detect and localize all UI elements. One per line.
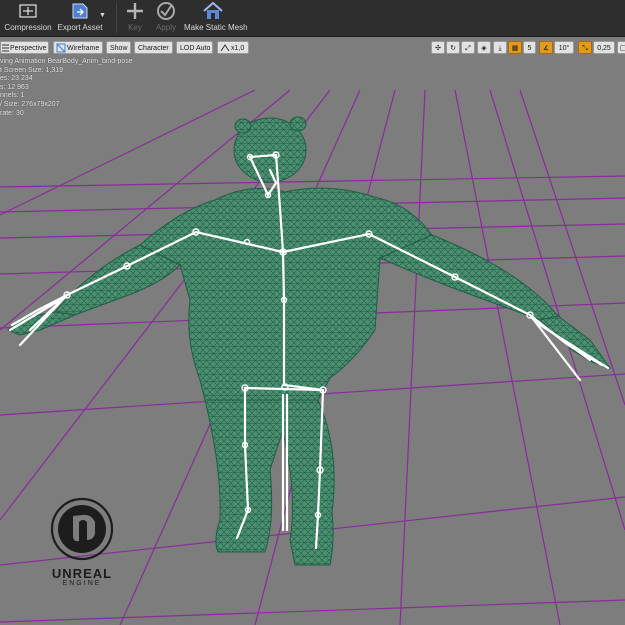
lod-button[interactable]: LOD Auto — [176, 41, 213, 54]
grid-snap-label: 5 — [527, 45, 532, 52]
key-button[interactable]: Key — [124, 0, 146, 36]
export-dropdown-icon[interactable]: ▼ — [99, 12, 106, 19]
editor-toolbar: Compression Export Asset ▼ Key Apply Mak… — [0, 0, 625, 37]
house-icon — [203, 1, 223, 19]
scale-snap-label: 0,25 — [597, 45, 611, 52]
maximize-viewport-button[interactable]: ▢ — [617, 41, 625, 54]
scale-tool-button[interactable]: ⤢ — [461, 41, 475, 54]
info-line: es: 23 234 — [0, 75, 33, 83]
rotation-snap-label: 10° — [558, 45, 570, 52]
rotate-tool-button[interactable]: ↻ — [446, 41, 460, 54]
grid-snap-toggle[interactable]: ▦ — [508, 41, 522, 54]
compression-label: Compression — [4, 23, 52, 32]
perspective-label: Perspective — [10, 45, 47, 52]
info-line: ving Animation BearBody_Anim_bind-pose — [0, 58, 133, 65]
surface-snap-icon: ⤓ — [498, 45, 502, 52]
rotate-icon: ↻ — [450, 45, 456, 52]
apply-icon — [157, 2, 175, 20]
unreal-logo-icon — [50, 497, 114, 561]
make-static-mesh-label: Make Static Mesh — [184, 23, 248, 32]
info-line: rate: 30 — [0, 109, 24, 117]
rotation-snap-toggle[interactable]: ∡ — [539, 41, 553, 54]
scale-snap-toggle[interactable]: ⤡ — [578, 41, 592, 54]
viewport-info-overlay: ving Animation BearBody_Anim_bind-pose t… — [0, 58, 133, 118]
scale-icon: ⤢ — [465, 45, 471, 52]
plus-icon — [127, 3, 143, 19]
surface-snap-button[interactable]: ⤓ — [493, 41, 507, 54]
translate-tool-button[interactable]: ✣ — [431, 41, 445, 54]
wireframe-icon — [56, 43, 66, 53]
speed-icon — [220, 44, 230, 52]
apply-button[interactable]: Apply — [152, 0, 180, 36]
grid-snap-value[interactable]: 5 — [523, 41, 536, 54]
apply-label: Apply — [155, 23, 176, 32]
logo-subtitle: ENGINE — [62, 580, 102, 587]
coordinate-space-button[interactable]: ◈ — [477, 41, 491, 54]
scale-snap-value[interactable]: 0,25 — [593, 41, 615, 54]
toolbar-separator — [116, 3, 117, 33]
key-label: Key — [128, 23, 142, 32]
show-button[interactable]: Show — [106, 41, 131, 54]
show-label: Show — [110, 45, 128, 52]
scale-snap-icon: ⤡ — [582, 45, 588, 52]
globe-icon: ◈ — [481, 45, 487, 52]
info-line: / Size: 276x79x207 — [0, 100, 60, 108]
grid-icon: ▦ — [511, 45, 519, 52]
character-button[interactable]: Character — [134, 41, 173, 54]
lod-label: LOD Auto — [180, 45, 211, 52]
hamburger-icon[interactable] — [2, 44, 10, 52]
rotation-snap-value[interactable]: 10° — [554, 41, 574, 54]
wireframe-label: Wireframe — [67, 45, 100, 52]
character-label: Character — [138, 45, 169, 52]
info-line: nnels: 1 — [0, 92, 25, 100]
export-asset-label: Export Asset — [57, 23, 103, 32]
viewport-toolbar: Perspective Wireframe Show Character LOD… — [0, 40, 625, 56]
compression-button[interactable]: Compression — [4, 0, 52, 36]
make-static-mesh-button[interactable]: Make Static Mesh — [184, 0, 248, 36]
maximize-icon: ▢ — [619, 45, 625, 52]
unreal-engine-logo: UNREAL ENGINE — [37, 496, 127, 587]
speed-label: x1,0 — [231, 45, 245, 52]
info-line: t Screen Size: 1,319 — [0, 66, 64, 74]
compression-icon — [19, 4, 37, 18]
angle-icon: ∡ — [542, 45, 550, 52]
move-icon: ✣ — [435, 45, 441, 52]
logo-wordmark: UNREAL — [51, 566, 113, 581]
export-icon — [72, 3, 88, 19]
